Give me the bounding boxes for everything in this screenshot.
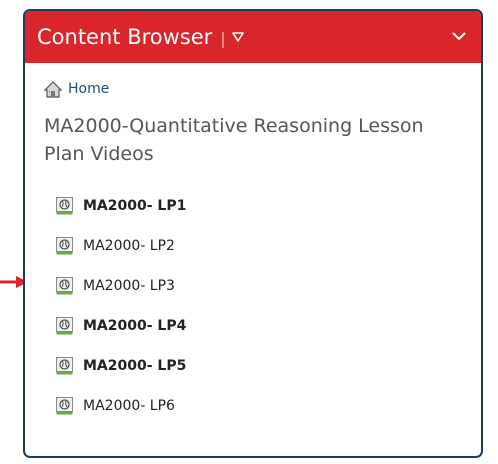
web-link-icon (56, 237, 73, 255)
topic-item[interactable]: MA2000- LP5 (56, 346, 462, 386)
widget-header: Content Browser | (25, 11, 481, 63)
web-link-icon (56, 397, 73, 415)
topic-item[interactable]: MA2000- LP4 (56, 306, 462, 346)
topic-item[interactable]: MA2000- LP6 (56, 386, 462, 426)
topic-item[interactable]: MA2000- LP3 (56, 266, 462, 306)
home-link[interactable]: Home (68, 81, 109, 97)
title-separator: | (220, 28, 226, 48)
topic-item[interactable]: MA2000- LP1 (56, 186, 462, 226)
web-link-icon (56, 197, 73, 215)
content-browser-widget: Content Browser | Home MA2000-Quantitati… (23, 9, 483, 458)
widget-body: Home MA2000-Quantitative Reasoning Lesso… (25, 63, 481, 426)
dropdown-triangle-icon[interactable] (231, 32, 244, 42)
topic-label: MA2000- LP4 (83, 318, 187, 334)
web-link-icon (56, 357, 73, 375)
topic-label: MA2000- LP1 (83, 198, 187, 214)
chevron-down-icon[interactable] (452, 31, 466, 41)
web-link-icon (56, 317, 73, 335)
breadcrumb: Home (44, 79, 462, 99)
topic-label: MA2000- LP6 (83, 398, 175, 414)
topic-item[interactable]: MA2000- LP2 (56, 226, 462, 266)
widget-title: Content Browser (37, 25, 213, 49)
topic-label: MA2000- LP2 (83, 238, 175, 254)
topic-list: MA2000- LP1 MA2000- LP2 MA2000- LP3 MA2000-… (44, 186, 462, 426)
folder-title: MA2000-Quantitative Reasoning Lesson Pla… (44, 115, 424, 165)
web-link-icon (56, 277, 73, 295)
topic-label: MA2000- LP5 (83, 358, 187, 374)
home-icon (44, 80, 62, 98)
topic-label: MA2000- LP3 (83, 278, 175, 294)
